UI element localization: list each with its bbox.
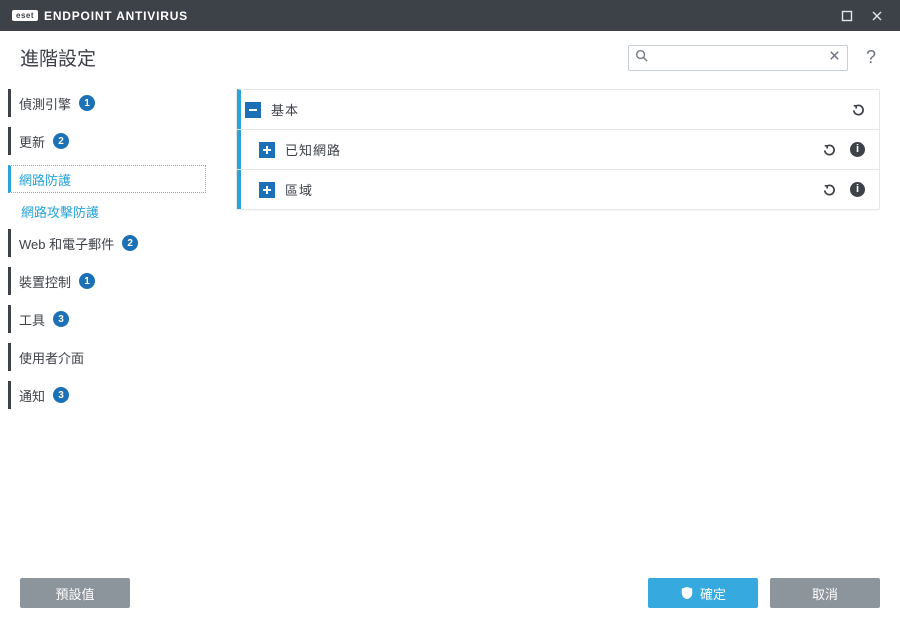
section-basic[interactable]: 基本 — [237, 89, 879, 129]
help-button[interactable]: ? — [862, 47, 880, 68]
sidebar-item-network-protection[interactable]: 網路防護 — [8, 165, 206, 193]
info-icon[interactable]: i — [850, 142, 865, 157]
search-input[interactable] — [654, 51, 822, 65]
close-button[interactable] — [862, 1, 892, 31]
badge: 3 — [53, 387, 69, 403]
settings-panel: 基本 已知網路 i — [236, 89, 880, 210]
sidebar-item-label: 使用者介面 — [19, 348, 84, 367]
accent-gutter — [237, 170, 241, 209]
sidebar-item-label: 工具 — [19, 310, 45, 329]
maximize-button[interactable] — [832, 1, 862, 31]
undo-button[interactable] — [849, 102, 865, 118]
footer: 預設值 確定 取消 — [0, 566, 900, 620]
sidebar-item-label: 通知 — [19, 386, 45, 405]
sidebar-item-label: 偵測引擎 — [19, 94, 71, 113]
sidebar-item-label: Web 和電子郵件 — [19, 234, 114, 253]
info-icon[interactable]: i — [850, 182, 865, 197]
undo-button[interactable] — [820, 182, 836, 198]
clear-search-button[interactable] — [828, 49, 841, 67]
sidebar-item-label: 網路防護 — [19, 170, 71, 189]
expand-icon — [259, 182, 275, 198]
sidebar-item-label: 更新 — [19, 132, 45, 151]
product-name: ENDPOINT ANTIVIRUS — [44, 9, 188, 23]
brand-badge: eset — [12, 10, 38, 21]
collapse-icon — [245, 102, 261, 118]
button-label: 取消 — [812, 584, 838, 603]
maximize-icon — [841, 10, 853, 22]
titlebar: eset ENDPOINT ANTIVIRUS — [0, 0, 900, 31]
defaults-button[interactable]: 預設值 — [20, 578, 130, 608]
badge: 3 — [53, 311, 69, 327]
body: 偵測引擎 1 更新 2 網路防護 網路攻擊防護 Web 和電子郵件 2 裝置控制… — [0, 77, 900, 606]
button-label: 預設值 — [55, 584, 94, 603]
sidebar-item-network-attack[interactable]: 網路攻擊防護 — [8, 197, 206, 225]
section-label: 基本 — [271, 100, 839, 119]
search-icon — [635, 49, 648, 67]
sidebar-item-engine[interactable]: 偵測引擎 1 — [8, 89, 206, 117]
sidebar-item-user-interface[interactable]: 使用者介面 — [8, 343, 206, 371]
sidebar: 偵測引擎 1 更新 2 網路防護 網路攻擊防護 Web 和電子郵件 2 裝置控制… — [0, 83, 210, 606]
section-label: 已知網路 — [285, 140, 810, 159]
undo-icon — [850, 102, 865, 117]
badge: 2 — [53, 133, 69, 149]
badge: 1 — [79, 95, 95, 111]
expand-icon — [259, 142, 275, 158]
content-area: 基本 已知網路 i — [210, 83, 890, 606]
sidebar-item-tools[interactable]: 工具 3 — [8, 305, 206, 333]
undo-icon — [821, 142, 836, 157]
sidebar-item-label: 網路攻擊防護 — [21, 202, 99, 221]
undo-button[interactable] — [820, 142, 836, 158]
sidebar-item-update[interactable]: 更新 2 — [8, 127, 206, 155]
badge: 1 — [79, 273, 95, 289]
button-label: 確定 — [700, 584, 726, 603]
section-known-networks[interactable]: 已知網路 i — [237, 129, 879, 169]
page-title: 進階設定 — [20, 44, 614, 71]
close-icon — [871, 10, 883, 22]
sidebar-item-notifications[interactable]: 通知 3 — [8, 381, 206, 409]
sidebar-item-label: 裝置控制 — [19, 272, 71, 291]
section-zones[interactable]: 區域 i — [237, 169, 879, 209]
ok-button[interactable]: 確定 — [648, 578, 758, 608]
header-row: 進階設定 ? — [0, 31, 900, 77]
shield-icon — [680, 586, 694, 600]
sidebar-item-device-control[interactable]: 裝置控制 1 — [8, 267, 206, 295]
badge: 2 — [122, 235, 138, 251]
undo-icon — [821, 182, 836, 197]
sidebar-item-web-email[interactable]: Web 和電子郵件 2 — [8, 229, 206, 257]
accent-gutter — [237, 130, 241, 169]
cancel-button[interactable]: 取消 — [770, 578, 880, 608]
section-label: 區域 — [285, 180, 810, 199]
search-input-wrapper[interactable] — [628, 45, 848, 71]
